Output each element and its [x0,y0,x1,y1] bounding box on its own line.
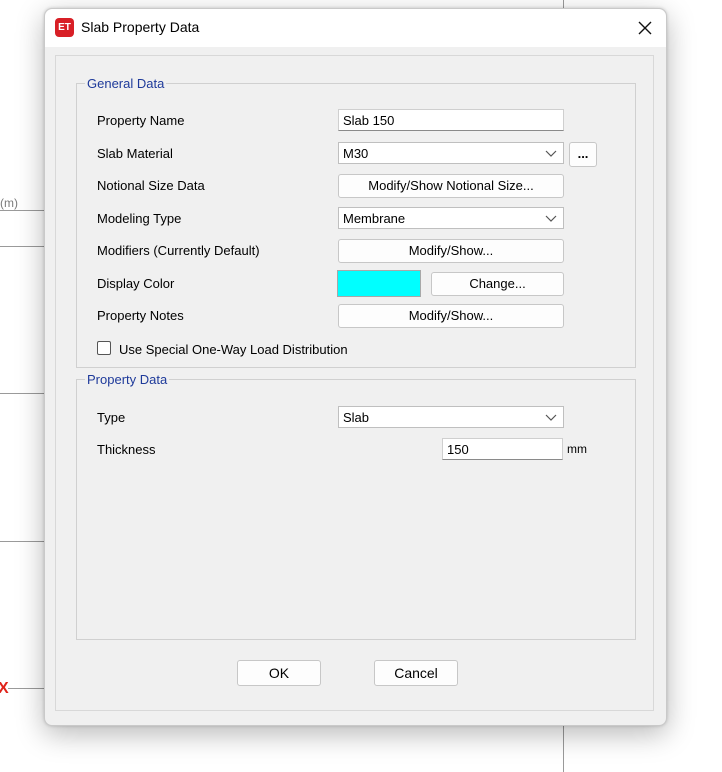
property-notes-button[interactable]: Modify/Show... [338,304,564,328]
thickness-unit: mm [567,442,587,456]
property-data-legend: Property Data [87,372,168,387]
chevron-down-icon [545,215,557,222]
display-color-swatch[interactable] [337,270,421,297]
slab-material-label: Slab Material [97,146,173,161]
close-icon [638,21,652,35]
etabs-app-icon: ET [55,18,74,37]
chevron-down-icon [545,150,557,157]
notional-size-button[interactable]: Modify/Show Notional Size... [338,174,564,198]
one-way-load-checkbox[interactable] [97,341,111,355]
chevron-down-icon [545,414,557,421]
modeling-type-label: Modeling Type [97,211,182,226]
one-way-load-label: Use Special One-Way Load Distribution [119,342,348,357]
bg-x-marker: X [0,680,9,697]
cancel-button[interactable]: Cancel [374,660,458,686]
bg-horizontal-line [0,246,44,247]
slab-property-dialog: ET Slab Property Data General Data Prope… [44,8,667,726]
title-bar[interactable]: ET Slab Property Data [45,9,666,47]
property-name-label: Property Name [97,113,185,128]
notional-size-label: Notional Size Data [97,178,205,193]
thickness-input[interactable]: 150 [442,438,563,460]
type-label: Type [97,410,126,425]
content-panel: General Data Property Name Slab 150 Slab… [55,55,654,711]
bg-unit-label: (m) [0,196,18,210]
bg-horizontal-line [0,393,44,394]
modeling-type-select[interactable]: Membrane [338,207,564,229]
modifiers-button[interactable]: Modify/Show... [338,239,564,263]
bg-horizontal-line [8,688,44,689]
bg-horizontal-line [0,210,44,211]
modifiers-label: Modifiers (Currently Default) [97,243,260,258]
browse-material-button[interactable]: ... [569,142,597,167]
display-color-label: Display Color [97,276,175,291]
general-data-legend: General Data [87,76,165,91]
close-button[interactable] [630,13,660,43]
dialog-title: Slab Property Data [81,19,200,35]
thickness-label: Thickness [97,442,156,457]
property-notes-label: Property Notes [97,308,184,323]
property-name-input[interactable]: Slab 150 [338,109,564,131]
modeling-type-value: Membrane [343,211,406,226]
type-select[interactable]: Slab [338,406,564,428]
change-color-button[interactable]: Change... [431,272,564,296]
type-value: Slab [343,410,370,425]
slab-material-value: M30 [343,146,369,161]
slab-material-select[interactable]: M30 [338,142,564,164]
ok-button[interactable]: OK [237,660,321,686]
bg-horizontal-line [0,541,44,542]
